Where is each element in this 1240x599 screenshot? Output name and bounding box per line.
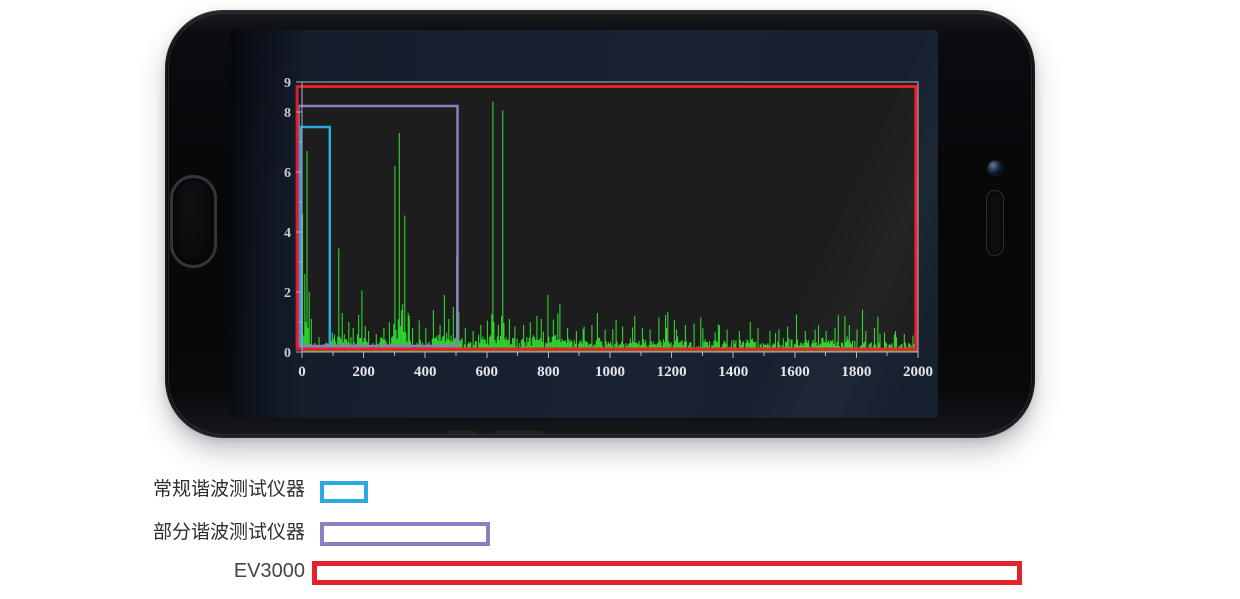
svg-text:8: 8 (284, 106, 291, 121)
svg-text:0: 0 (284, 346, 291, 361)
svg-text:400: 400 (414, 364, 437, 380)
svg-text:600: 600 (476, 364, 499, 380)
svg-text:2000: 2000 (903, 364, 933, 380)
legend-label-partial-harmonic-tester: 部分谐波测试仪器 (90, 522, 305, 544)
earpiece-speaker-icon (986, 190, 1004, 256)
legend-swatch-ev3000 (312, 561, 1022, 585)
spectrum-chart: 0 200 400 600 800 1000 1200 1400 1600 1800 2000 0 2 4… (230, 30, 938, 418)
svg-text:0: 0 (298, 364, 306, 380)
svg-text:1600: 1600 (780, 364, 810, 380)
svg-text:6: 6 (284, 166, 291, 181)
legend-swatch-partial-harmonic-tester (320, 522, 490, 546)
svg-text:800: 800 (537, 364, 560, 380)
legend-swatch-regular-harmonic-tester (320, 481, 368, 503)
home-button (170, 175, 217, 268)
svg-text:1800: 1800 (841, 364, 871, 380)
svg-text:9: 9 (284, 76, 291, 91)
page: 0 200 400 600 800 1000 1200 1400 1600 1800 2000 0 2 4… (0, 0, 1240, 599)
phone-frame: 0 200 400 600 800 1000 1200 1400 1600 1800 2000 0 2 4… (165, 10, 1035, 438)
svg-text:1400: 1400 (718, 364, 748, 380)
svg-text:1200: 1200 (657, 364, 687, 380)
svg-text:4: 4 (284, 226, 291, 241)
legend-label-ev3000: EV3000 (90, 560, 305, 582)
front-camera-icon (987, 160, 1003, 176)
svg-text:1000: 1000 (595, 364, 625, 380)
phone-screen: 0 200 400 600 800 1000 1200 1400 1600 1800 2000 0 2 4… (230, 30, 938, 418)
legend-label-regular-harmonic-tester: 常规谐波测试仪器 (90, 479, 305, 501)
svg-text:200: 200 (352, 364, 375, 380)
svg-text:2: 2 (284, 286, 291, 301)
bottom-port-slit (448, 431, 478, 434)
bottom-port-slit (495, 431, 543, 434)
